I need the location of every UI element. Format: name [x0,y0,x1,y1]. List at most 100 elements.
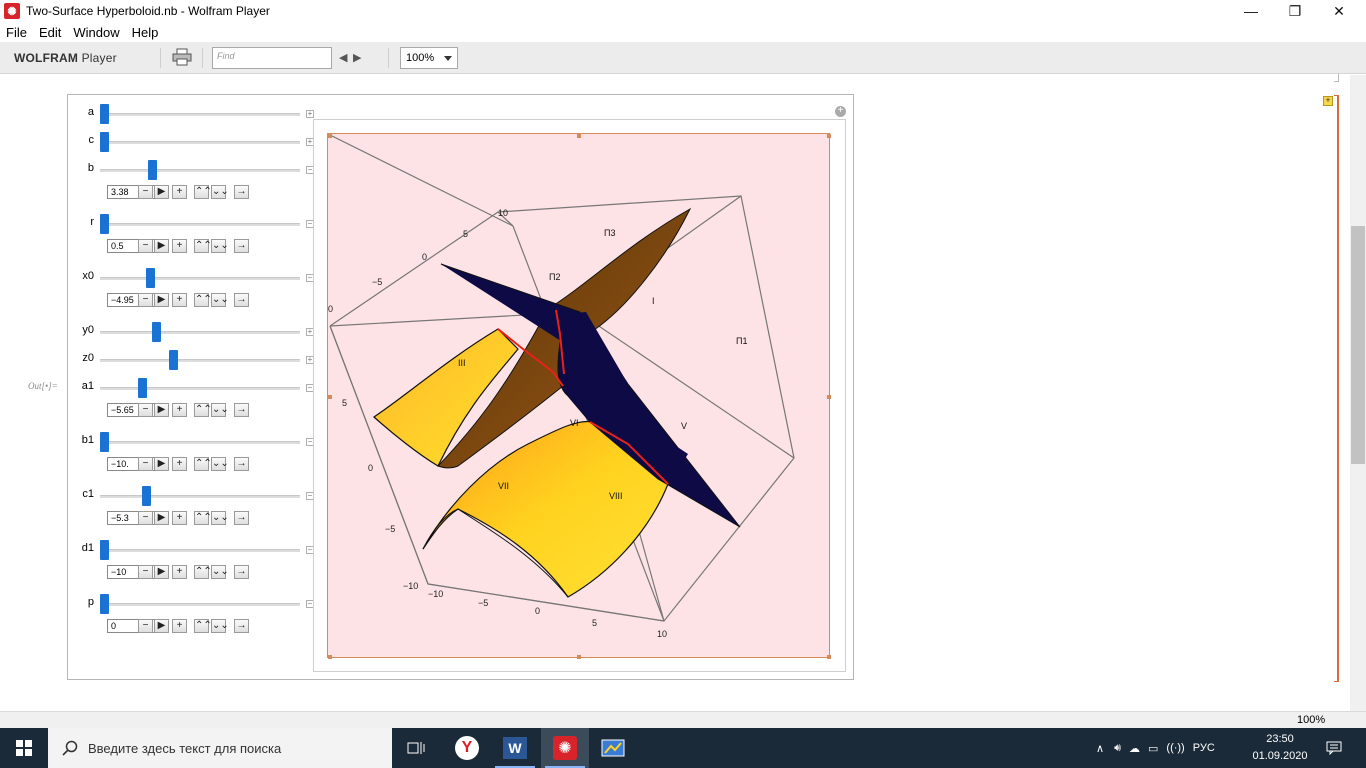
faster-button[interactable]: ⌃⌃ [194,511,212,525]
volume-icon[interactable]: 🔊︎ [1114,742,1121,755]
decrement-button[interactable]: − [138,565,153,579]
slider-thumb[interactable] [168,350,178,370]
play-button[interactable]: ▶ [154,239,169,253]
decrement-button[interactable]: − [138,185,153,199]
slider-track[interactable] [100,169,300,172]
slider-track[interactable] [100,549,300,552]
find-input[interactable]: Find [212,47,332,69]
slider-track[interactable] [100,441,300,444]
slower-button[interactable]: ⌄⌄ [211,239,229,253]
increment-button[interactable]: + [172,239,187,253]
slower-button[interactable]: ⌄⌄ [211,511,229,525]
slider-thumb[interactable] [100,104,109,124]
increment-button[interactable]: + [172,511,187,525]
decrement-button[interactable]: − [138,457,153,471]
faster-button[interactable]: ⌃⌃ [194,619,212,633]
close-button[interactable]: ✕ [1316,0,1362,22]
slower-button[interactable]: ⌄⌄ [211,565,229,579]
slider-track[interactable] [100,331,300,334]
menu-window[interactable]: Window [67,25,125,40]
faster-button[interactable]: ⌃⌃ [194,293,212,307]
slider-thumb[interactable] [100,432,109,452]
expand-icon[interactable]: + [306,110,314,118]
faster-button[interactable]: ⌃⌃ [194,185,212,199]
slider-track[interactable] [100,223,300,226]
increment-button[interactable]: + [172,403,187,417]
direction-button[interactable]: → [234,403,249,417]
decrement-button[interactable]: − [138,293,153,307]
notifications-icon[interactable] [1310,728,1358,768]
slider-thumb[interactable] [142,486,152,506]
network-icon[interactable]: ((·)) [1166,742,1184,754]
slider-thumb[interactable] [100,540,109,560]
menu-file[interactable]: File [0,25,33,40]
word-icon[interactable]: W [491,728,539,768]
slower-button[interactable]: ⌄⌄ [211,293,229,307]
battery-icon[interactable]: ▭ [1148,742,1158,755]
cell-insert-icon[interactable]: + [1323,96,1333,106]
slider-track[interactable] [100,387,300,390]
slider-track[interactable] [100,359,300,362]
faster-button[interactable]: ⌃⌃ [194,565,212,579]
wolfram-player-taskbar-icon[interactable]: ✺ [541,728,589,768]
cloud-icon[interactable]: ☁︎ [1129,742,1140,755]
slower-button[interactable]: ⌄⌄ [211,619,229,633]
menu-edit[interactable]: Edit [33,25,67,40]
slider-thumb[interactable] [100,594,109,614]
scrollbar-thumb[interactable] [1351,226,1365,464]
play-button[interactable]: ▶ [154,293,169,307]
increment-button[interactable]: + [172,457,187,471]
slider-track[interactable] [100,277,300,280]
taskbar-search[interactable]: Введите здесь текст для поиска [48,728,392,768]
play-button[interactable]: ▶ [154,619,169,633]
slower-button[interactable]: ⌄⌄ [211,403,229,417]
plus-circle-icon[interactable]: + [835,106,846,117]
direction-button[interactable]: → [234,457,249,471]
slider-track[interactable] [100,603,300,606]
status-zoom[interactable]: 100% [1297,714,1325,726]
play-button[interactable]: ▶ [154,565,169,579]
notebook-area[interactable]: Out[•]= + a + c + b −3.38− ▶ + ⌃⌃ ⌄⌄ → r −0.5− ▶ + ⌃⌃ ⌄⌄… [0,75,1350,710]
menu-help[interactable]: Help [126,25,165,40]
direction-button[interactable]: → [234,239,249,253]
minimize-button[interactable]: — [1228,0,1274,22]
3d-plot[interactable]: П3 П2 I П1 III V VI VII VIII 10 5 0 −5 0… [327,133,831,659]
play-button[interactable]: ▶ [154,185,169,199]
slower-button[interactable]: ⌄⌄ [211,457,229,471]
slider-thumb[interactable] [147,160,157,180]
windows-start-button[interactable] [0,728,48,768]
play-button[interactable]: ▶ [154,511,169,525]
slider-thumb[interactable] [100,132,109,152]
direction-button[interactable]: → [234,619,249,633]
chevron-up-icon[interactable]: ∧ [1096,742,1104,755]
decrement-button[interactable]: − [138,403,153,417]
decrement-button[interactable]: − [138,239,153,253]
cell-bracket[interactable] [1334,74,1339,82]
play-button[interactable]: ▶ [154,457,169,471]
decrement-button[interactable]: − [138,619,153,633]
direction-button[interactable]: → [234,565,249,579]
faster-button[interactable]: ⌃⌃ [194,457,212,471]
increment-button[interactable]: + [172,565,187,579]
slider-thumb[interactable] [151,322,161,342]
slower-button[interactable]: ⌄⌄ [211,185,229,199]
direction-button[interactable]: → [234,185,249,199]
snipping-tool-icon[interactable] [589,728,637,768]
language-indicator[interactable]: РУС [1193,742,1215,754]
faster-button[interactable]: ⌃⌃ [194,403,212,417]
slider-thumb[interactable] [138,378,148,398]
slider-track[interactable] [100,495,300,498]
faster-button[interactable]: ⌃⌃ [194,239,212,253]
increment-button[interactable]: + [172,619,187,633]
clock[interactable]: 23:50 01.09.2020 [1252,731,1308,765]
zoom-select[interactable]: 100% [400,47,458,69]
decrement-button[interactable]: − [138,511,153,525]
direction-button[interactable]: → [234,511,249,525]
increment-button[interactable]: + [172,293,187,307]
find-next-icon[interactable]: ▶ [353,51,361,64]
slider-thumb[interactable] [100,214,109,234]
find-previous-icon[interactable]: ◀ [339,51,347,64]
direction-button[interactable]: → [234,293,249,307]
yandex-browser-icon[interactable]: Y [443,728,491,768]
increment-button[interactable]: + [172,185,187,199]
